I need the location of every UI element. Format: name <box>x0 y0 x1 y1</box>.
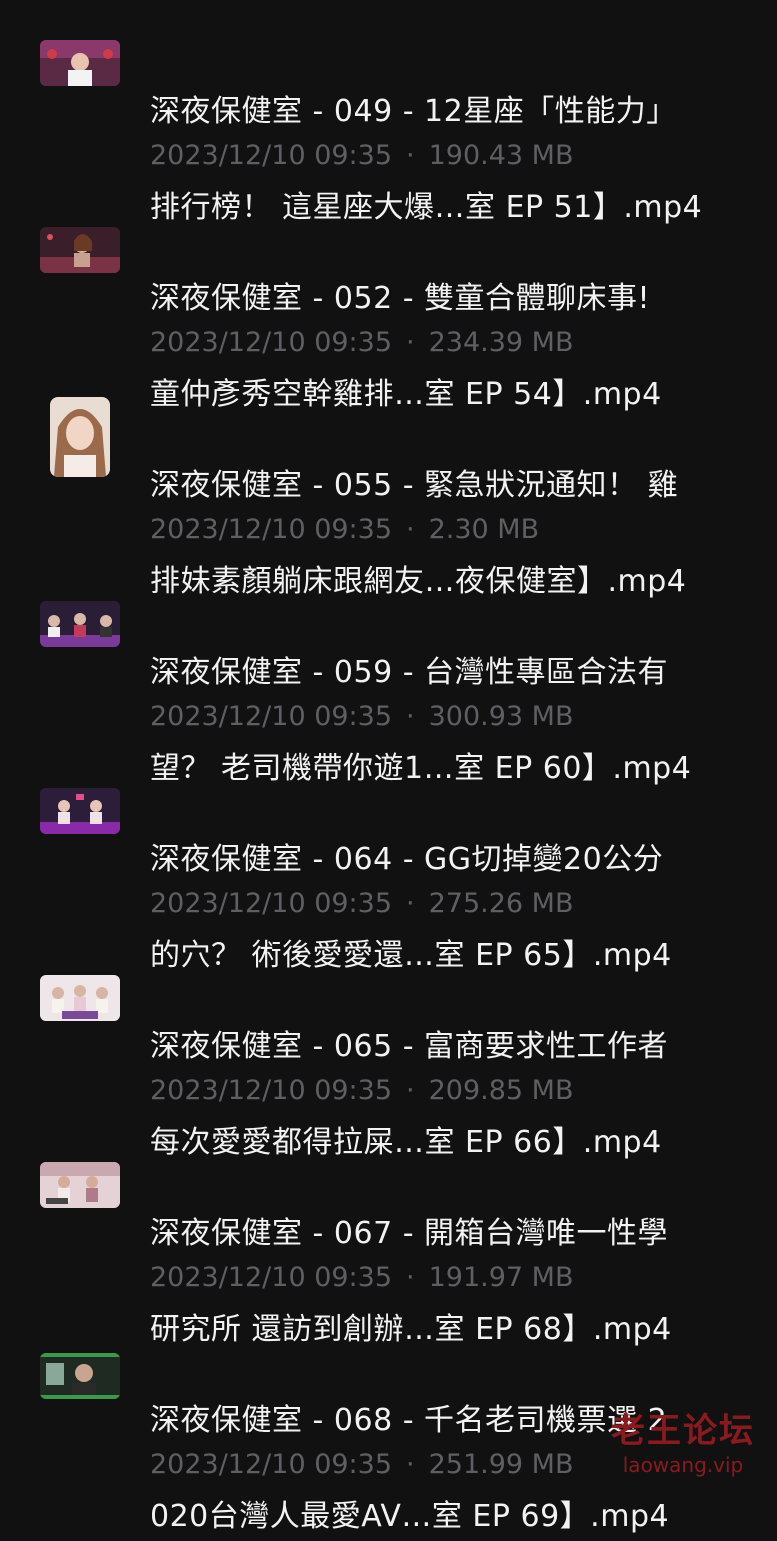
file-name-line-1: 深夜保健室 - 055 - 緊急狀況通知！ 雞 <box>150 468 679 503</box>
video-thumbnail-icon[interactable] <box>40 1353 120 1399</box>
watermark: 老王论坛 laowang.vip <box>611 1410 755 1478</box>
video-thumbnail-icon[interactable] <box>40 227 120 273</box>
video-thumbnail-icon[interactable] <box>40 40 120 86</box>
video-thumbnail-icon[interactable] <box>40 1162 120 1208</box>
file-meta: 2023/12/10 09:35 · 2.30 MB <box>150 512 539 548</box>
meta-separator: · <box>406 514 415 545</box>
file-size: 2.30 MB <box>428 514 540 545</box>
meta-separator: · <box>406 888 415 919</box>
file-date: 2023/12/10 09:35 <box>150 1075 393 1106</box>
file-name-line-2: 020台灣人最愛AV…室 EP 69】.mp4 <box>150 1499 670 1534</box>
file-size: 251.99 MB <box>428 1449 574 1480</box>
file-date: 2023/12/10 09:35 <box>150 514 393 545</box>
file-meta: 2023/12/10 09:35 · 300.93 MB <box>150 699 573 735</box>
file-size: 300.93 MB <box>428 701 574 732</box>
file-date: 2023/12/10 09:35 <box>150 701 393 732</box>
video-thumbnail-icon[interactable] <box>40 601 120 647</box>
file-date: 2023/12/10 09:35 <box>150 1262 393 1293</box>
meta-separator: · <box>406 140 415 171</box>
file-size: 209.85 MB <box>428 1075 574 1106</box>
file-meta: 2023/12/10 09:35 · 234.39 MB <box>150 325 573 361</box>
meta-separator: · <box>406 327 415 358</box>
file-name-line-1: 深夜保健室 - 067 - 開箱台灣唯一性學 <box>150 1216 669 1251</box>
watermark-name: 老王论坛 <box>611 1411 755 1451</box>
file-size: 190.43 MB <box>428 140 574 171</box>
file-date: 2023/12/10 09:35 <box>150 1449 393 1480</box>
file-size: 191.97 MB <box>428 1262 574 1293</box>
file-size: 275.26 MB <box>428 888 574 919</box>
file-item[interactable]: 深夜保健室 - 064 - GG切掉變20公分 的穴？ 術後愛愛還…室 EP 6… <box>0 764 777 973</box>
video-thumbnail-icon[interactable] <box>40 975 120 1021</box>
file-name-line-1: 深夜保健室 - 068 - 千名老司機票選 2 <box>150 1403 668 1438</box>
file-date: 2023/12/10 09:35 <box>150 140 393 171</box>
file-name-line-1: 深夜保健室 - 065 - 富商要求性工作者 <box>150 1029 669 1064</box>
meta-separator: · <box>406 1449 415 1480</box>
meta-separator: · <box>406 1262 415 1293</box>
file-meta: 2023/12/10 09:35 · 209.85 MB <box>150 1073 573 1109</box>
file-meta: 2023/12/10 09:35 · 190.43 MB <box>150 138 573 174</box>
file-name-line-1: 深夜保健室 - 049 - 12星座「性能力」 <box>150 94 677 129</box>
file-item[interactable]: 深夜保健室 - 052 - 雙童合體聊床事! 童仲彥秀空幹雞排…室 EP 54】… <box>0 203 777 412</box>
file-size: 234.39 MB <box>428 327 574 358</box>
meta-separator: · <box>406 701 415 732</box>
video-thumbnail-icon[interactable] <box>50 397 110 477</box>
file-item[interactable]: 深夜保健室 - 067 - 開箱台灣唯一性學 研究所 還訪到創辦…室 EP 68… <box>0 1138 777 1347</box>
file-date: 2023/12/10 09:35 <box>150 327 393 358</box>
file-date: 2023/12/10 09:35 <box>150 888 393 919</box>
file-item[interactable]: 深夜保健室 - 059 - 台灣性專區合法有 望？ 老司機帶你遊1…室 EP 6… <box>0 577 777 786</box>
meta-separator: · <box>406 1075 415 1106</box>
file-meta: 2023/12/10 09:35 · 275.26 MB <box>150 886 573 922</box>
file-item[interactable]: 深夜保健室 - 055 - 緊急狀況通知！ 雞 排妹素顏躺床跟網友…夜保健室】.… <box>0 390 777 599</box>
file-meta: 2023/12/10 09:35 · 191.97 MB <box>150 1260 573 1296</box>
watermark-url: laowang.vip <box>622 1453 744 1477</box>
file-name-line-1: 深夜保健室 - 052 - 雙童合體聊床事! <box>150 281 651 316</box>
video-thumbnail-icon[interactable] <box>40 788 120 834</box>
file-item[interactable]: 深夜保健室 - 049 - 12星座「性能力」 排行榜！ 這星座大爆…室 EP … <box>0 16 777 225</box>
file-meta: 2023/12/10 09:35 · 251.99 MB <box>150 1447 573 1483</box>
file-name-line-1: 深夜保健室 - 064 - GG切掉變20公分 <box>150 842 664 877</box>
file-item[interactable]: 深夜保健室 - 065 - 富商要求性工作者 每次愛愛都得拉屎…室 EP 66】… <box>0 951 777 1160</box>
file-name-line-1: 深夜保健室 - 059 - 台灣性專區合法有 <box>150 655 669 690</box>
